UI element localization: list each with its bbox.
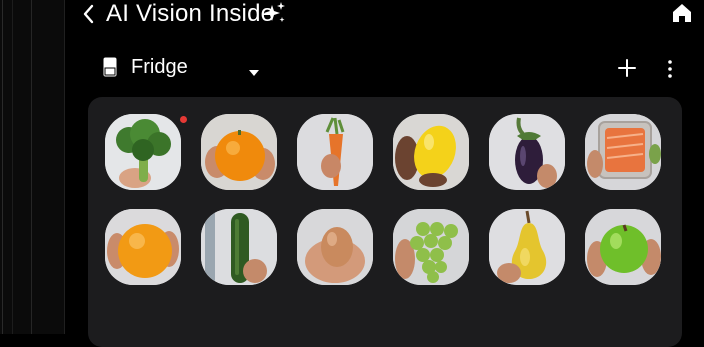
chevron-left-icon [83,4,94,24]
food-item-green-apple[interactable] [585,209,661,285]
food-item-grapes[interactable] [393,209,469,285]
back-button[interactable] [78,2,100,26]
food-item-egg[interactable] [297,209,373,285]
app-header: AI Vision Inside [64,0,704,34]
cucumber-icon [201,209,277,285]
food-item-orange[interactable] [201,114,277,190]
food-item-lemon[interactable] [393,114,469,190]
green-apple-icon [585,209,661,285]
page-title: AI Vision Inside [106,0,275,27]
add-button[interactable] [616,57,638,79]
food-item-carrot[interactable] [297,114,373,190]
food-item-broccoli[interactable] [105,114,181,190]
food-item-orange-2[interactable] [105,209,181,285]
lemon-icon [393,114,469,190]
caret-down-icon[interactable] [248,64,260,76]
eggplant-icon [489,114,565,190]
new-item-badge [180,116,187,123]
broccoli-icon [105,114,181,190]
food-item-cucumber[interactable] [201,209,277,285]
sparkle-icon [261,0,287,26]
salmon-icon [585,114,661,190]
pear-icon [489,209,565,285]
orange-icon [105,209,181,285]
home-button[interactable] [670,1,694,25]
fridge-icon [103,57,117,77]
storage-select[interactable]: Fridge [131,56,188,79]
home-icon [673,4,691,22]
egg-icon [297,209,373,285]
grapes-icon [393,209,469,285]
food-item-pear[interactable] [489,209,565,285]
device-bezel [0,0,65,334]
storage-selector-bar: Fridge [64,50,704,88]
more-vertical-icon [668,60,672,78]
more-options-button[interactable] [662,58,678,80]
food-item-salmon[interactable] [585,114,661,190]
carrot-icon [297,114,373,190]
plus-icon [618,59,636,77]
food-item-eggplant[interactable] [489,114,565,190]
orange-icon [201,114,277,190]
